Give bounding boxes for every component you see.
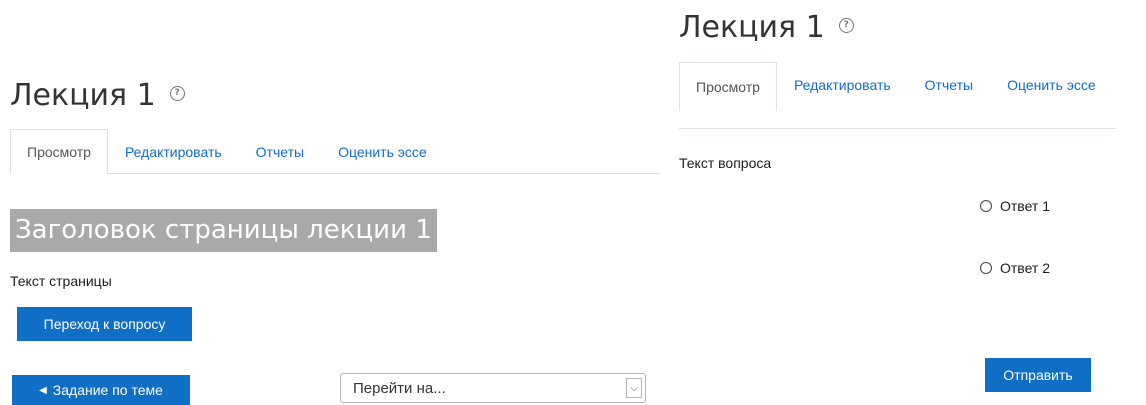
lesson-tabs: Просмотр Редактировать Отчеты Оценить эс… (679, 62, 1116, 129)
jump-to-select[interactable]: Перейти на... ⌵ (340, 373, 646, 403)
lesson-content-panel: Лекция 1? Просмотр Редактировать Отчеты … (0, 0, 660, 405)
tab-view[interactable]: Просмотр (10, 129, 108, 174)
page-title: Лекция 1? (10, 78, 185, 113)
go-to-question-label: Переход к вопросу (43, 316, 166, 332)
tab-grade-essays[interactable]: Оценить эссе (321, 129, 444, 174)
tab-grade-essays[interactable]: Оценить эссе (990, 62, 1113, 107)
triangle-left-icon: ◀ (39, 384, 47, 396)
lesson-question-panel: Лекция 1? Просмотр Редактировать Отчеты … (660, 0, 1146, 403)
answer-label: Ответ 2 (1000, 260, 1050, 276)
help-icon[interactable]: ? (838, 18, 854, 33)
submit-button[interactable]: Отправить (985, 358, 1091, 392)
tab-edit[interactable]: Редактировать (777, 62, 908, 107)
previous-activity-button[interactable]: ◀ Задание по теме (12, 375, 190, 405)
go-to-question-button[interactable]: Переход к вопросу (17, 307, 192, 341)
answer-label: Ответ 1 (1000, 198, 1050, 214)
help-icon[interactable]: ? (169, 86, 185, 101)
question-text: Текст вопроса (679, 155, 772, 171)
page-text: Текст страницы (10, 273, 112, 289)
tab-reports[interactable]: Отчеты (239, 129, 321, 174)
tab-edit[interactable]: Редактировать (108, 129, 239, 174)
lesson-page-heading: Заголовок страницы лекции 1 (10, 209, 437, 252)
submit-label: Отправить (1003, 367, 1073, 383)
tab-reports[interactable]: Отчеты (908, 62, 990, 107)
page-title-text: Лекция 1 (10, 78, 156, 113)
answer-option[interactable]: Ответ 1 (980, 198, 1050, 214)
page-title: Лекция 1? (679, 10, 854, 45)
page-title-text: Лекция 1 (679, 10, 825, 45)
previous-activity-label: Задание по теме (52, 382, 163, 398)
radio-button[interactable] (980, 262, 992, 274)
answer-option[interactable]: Ответ 2 (980, 260, 1050, 276)
tab-view[interactable]: Просмотр (679, 62, 777, 111)
lesson-tabs: Просмотр Редактировать Отчеты Оценить эс… (10, 129, 660, 174)
jump-to-selected-value: Перейти на... (353, 379, 446, 397)
radio-button[interactable] (980, 200, 992, 212)
chevron-down-icon: ⌵ (626, 378, 642, 398)
